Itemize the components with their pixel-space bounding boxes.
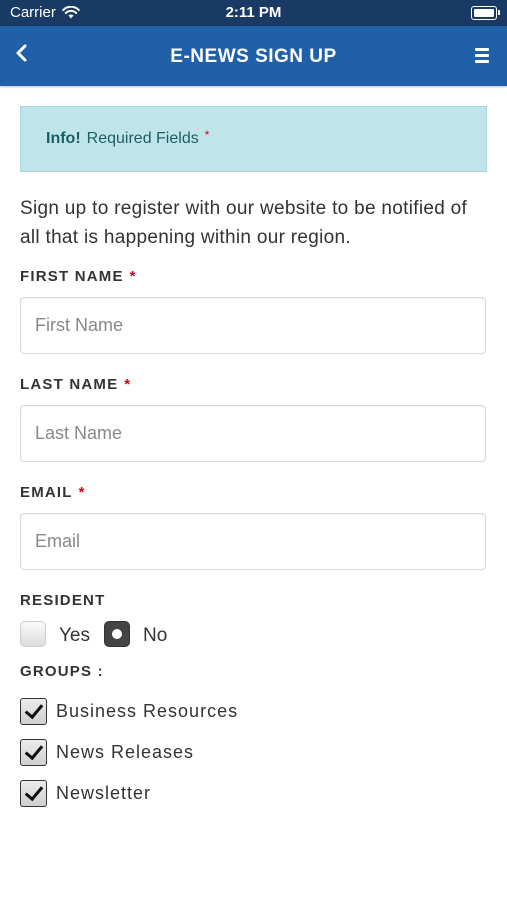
resident-radio-group: Yes No xyxy=(20,621,487,647)
page-title: E-NEWS SIGN UP xyxy=(170,46,337,67)
first-name-label: FIRST NAME * xyxy=(20,268,487,285)
nav-bar: E-NEWS SIGN UP xyxy=(0,26,507,86)
resident-no-label: No xyxy=(143,625,168,646)
info-text: Required Fields xyxy=(86,130,199,147)
resident-label: RESIDENT xyxy=(20,592,106,609)
status-time: 2:11 PM xyxy=(225,4,282,21)
hamburger-line xyxy=(475,54,489,57)
required-asterisk: * xyxy=(124,376,132,393)
first-name-input[interactable] xyxy=(20,297,486,354)
business-resources-label: Business Resources xyxy=(56,701,239,721)
hamburger-icon xyxy=(475,48,489,51)
required-asterisk: * xyxy=(129,268,137,285)
first-name-label-text: FIRST NAME xyxy=(20,268,124,285)
last-name-label: LAST NAME * xyxy=(20,376,487,393)
last-name-label-text: LAST NAME xyxy=(20,376,119,393)
resident-no-radio[interactable] xyxy=(104,621,130,647)
news-releases-checkbox[interactable] xyxy=(20,739,47,766)
status-bar: Carrier 2:11 PM xyxy=(0,0,507,26)
required-asterisk: * xyxy=(204,128,210,142)
resident-yes-label: Yes xyxy=(59,625,90,646)
intro-text: Sign up to register with our website to … xyxy=(20,198,468,248)
form-content: Info! Required Fields * Sign up to regis… xyxy=(0,86,507,807)
info-title: Info! xyxy=(46,130,81,147)
resident-yes-radio[interactable] xyxy=(20,621,46,647)
info-alert: Info! Required Fields * xyxy=(20,106,487,172)
group-item-newsletter: Newsletter xyxy=(20,780,487,807)
business-resources-checkbox[interactable] xyxy=(20,698,47,725)
group-item-business-resources: Business Resources xyxy=(20,698,487,725)
group-item-news-releases: News Releases xyxy=(20,739,487,766)
battery-icon xyxy=(471,6,500,20)
hamburger-line xyxy=(475,60,489,63)
newsletter-label: Newsletter xyxy=(56,783,152,803)
news-releases-label: News Releases xyxy=(56,742,195,762)
email-label-text: EMAIL xyxy=(20,484,73,501)
email-label: EMAIL * xyxy=(20,484,487,501)
email-input[interactable] xyxy=(20,513,486,570)
newsletter-checkbox[interactable] xyxy=(20,780,47,807)
menu-button[interactable] xyxy=(475,48,489,66)
groups-label: GROUPS : xyxy=(20,663,104,680)
required-asterisk: * xyxy=(78,484,86,501)
last-name-input[interactable] xyxy=(20,405,486,462)
